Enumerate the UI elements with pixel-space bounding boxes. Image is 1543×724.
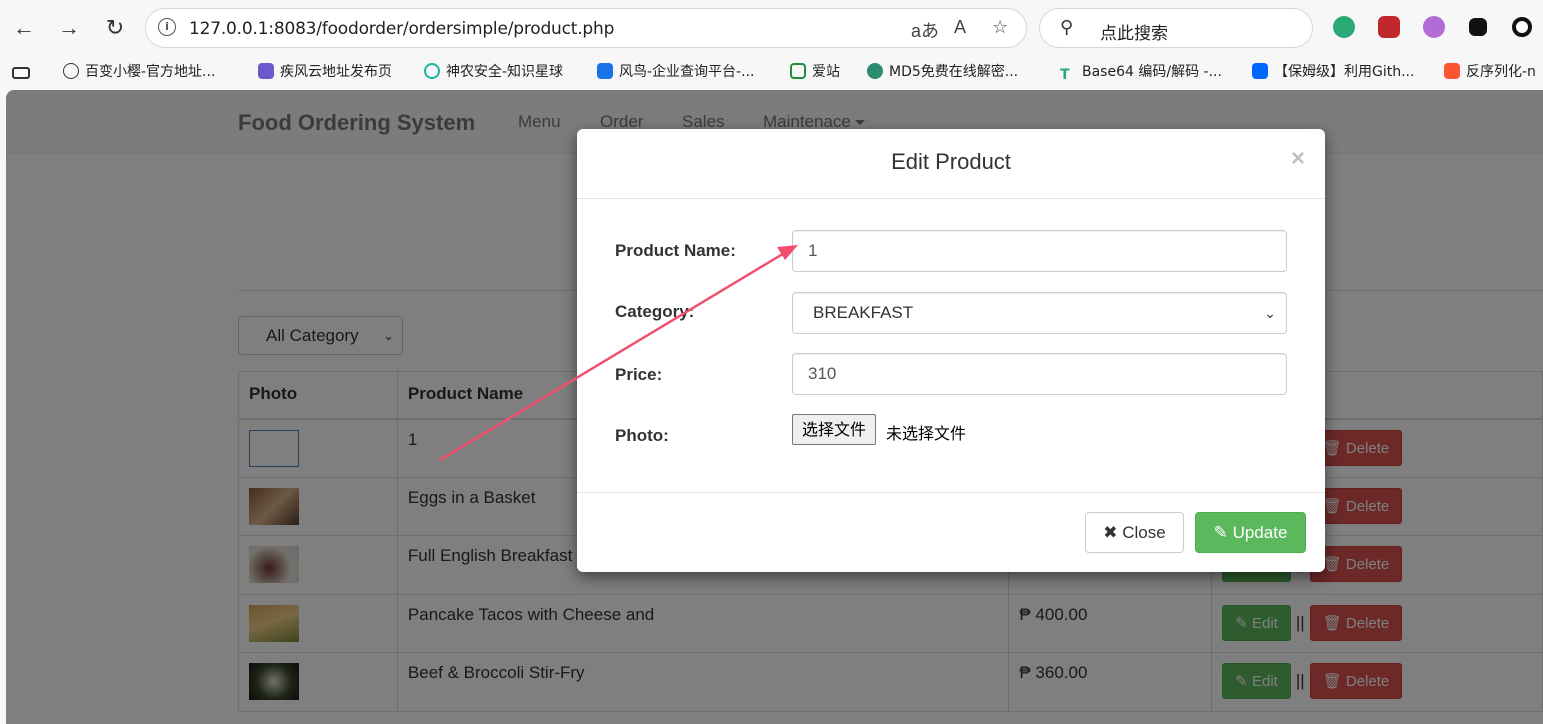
close-icon[interactable]: ×	[1291, 145, 1305, 173]
bookmark-item[interactable]: 百变小樱-官方地址...	[63, 61, 215, 83]
zhihu-icon	[1252, 63, 1268, 79]
edit-icon: ✎	[1213, 523, 1228, 542]
csdn-icon	[1444, 63, 1460, 79]
bookmark-item[interactable]: MD5免费在线解密...	[867, 61, 1018, 83]
site-info-icon[interactable]: i	[158, 18, 176, 36]
search-icon: ⚲	[1060, 17, 1074, 37]
modal-title: Edit Product	[891, 149, 1011, 174]
bookmark-item[interactable]: 反序列化-n	[1444, 61, 1536, 83]
modal-footer: ✖ Close ✎ Update	[577, 492, 1325, 572]
bookmark-item[interactable]: T Base64 编码/解码 -...	[1060, 61, 1222, 83]
tab-actions-icon[interactable]	[12, 61, 36, 83]
browser-toolbar: ← → ↻ i 127.0.0.1:8083/foodorder/ordersi…	[0, 0, 1543, 56]
extension-icon[interactable]	[1333, 16, 1355, 38]
category-label: Category:	[615, 302, 695, 321]
forward-arrow-icon[interactable]: →	[55, 14, 83, 42]
extension-icon[interactable]	[1378, 16, 1400, 38]
bookmark-item[interactable]: 爱站	[790, 61, 840, 83]
t-icon: T	[1060, 67, 1070, 83]
price-input[interactable]: 310	[792, 353, 1287, 395]
x-icon: ✖	[1103, 523, 1118, 542]
read-aloud-icon[interactable]: A	[954, 17, 966, 38]
close-button[interactable]: ✖ Close	[1085, 512, 1184, 553]
back-arrow-icon[interactable]: ←	[10, 14, 38, 42]
file-status-text: 未选择文件	[886, 424, 967, 443]
bookmark-item[interactable]: 【保姆级】利用Gith...	[1252, 61, 1414, 83]
choose-file-button[interactable]: 选择文件	[792, 414, 877, 445]
translate-icon[interactable]: aあ	[911, 17, 939, 43]
url-text[interactable]: 127.0.0.1:8083/foodorder/ordersimple/pro…	[189, 19, 614, 39]
price-label: Price:	[615, 365, 663, 384]
reload-icon[interactable]: ↻	[101, 14, 129, 42]
search-placeholder: 点此搜索	[1100, 24, 1168, 44]
rocket-icon	[258, 63, 274, 79]
globe-icon	[63, 63, 79, 79]
md5-icon	[867, 63, 883, 79]
chevron-down-icon: ⌄	[1264, 305, 1276, 321]
bookmark-item[interactable]: 神农安全-知识星球	[424, 61, 563, 83]
product-name-label: Product Name:	[615, 241, 736, 260]
ring-icon	[424, 63, 440, 79]
search-box[interactable]: ⚲ 点此搜索	[1039, 8, 1313, 48]
product-name-input[interactable]: 1	[792, 230, 1287, 272]
extension-icon[interactable]	[1469, 18, 1487, 36]
category-select[interactable]: BREAKFAST ⌄	[792, 292, 1287, 334]
shield-icon	[597, 63, 613, 79]
bookmark-item[interactable]: 风鸟-企业查询平台-...	[597, 61, 754, 83]
bookmark-item[interactable]: 疾风云地址发布页	[258, 61, 392, 83]
favorite-star-icon[interactable]: ☆	[992, 17, 1008, 38]
address-bar[interactable]: i 127.0.0.1:8083/foodorder/ordersimple/p…	[145, 8, 1027, 48]
update-button[interactable]: ✎ Update	[1195, 512, 1306, 553]
bookmarks-bar: 百变小樱-官方地址... 疾风云地址发布页 神农安全-知识星球 风鸟-企业查询平…	[0, 56, 1543, 88]
extension-icon[interactable]	[1512, 17, 1532, 37]
modal-header: Edit Product ×	[577, 129, 1325, 199]
photo-label: Photo:	[615, 426, 669, 445]
crop-icon	[790, 63, 806, 79]
extension-icon[interactable]	[1423, 16, 1445, 38]
edit-product-modal: Edit Product × Product Name: 1 Category:…	[577, 129, 1325, 572]
